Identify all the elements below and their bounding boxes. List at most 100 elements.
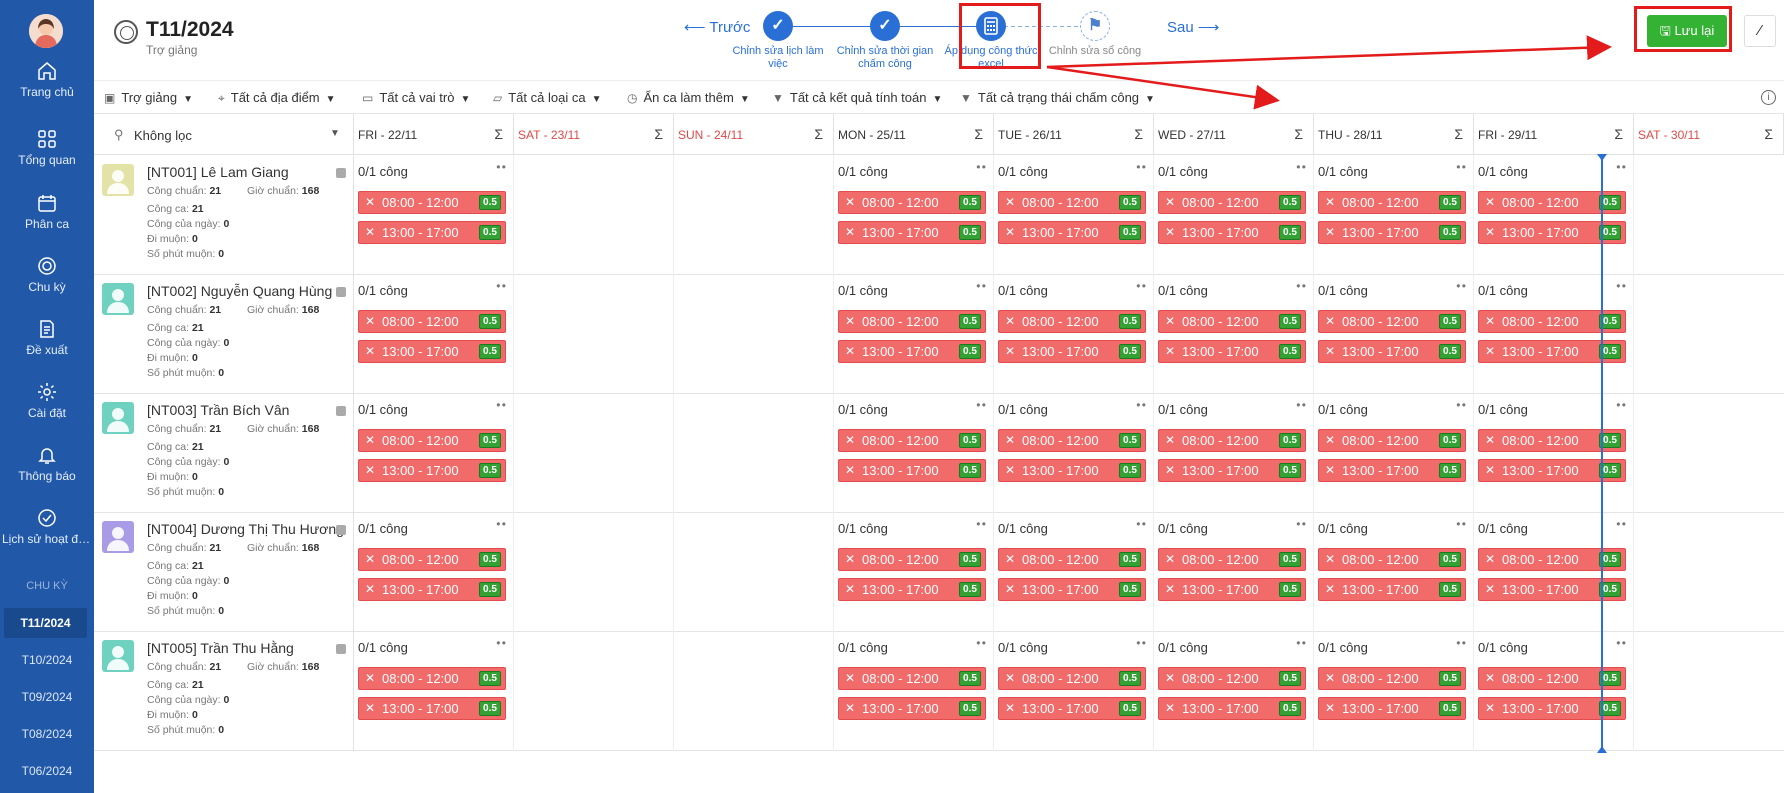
day-cell[interactable]: 0/1 công • • ✕ 08:00 - 12:00 0.5 ✕ 13:00 - 17:…	[354, 156, 514, 275]
shift-block[interactable]: ✕ 13:00 - 17:00 0.5	[1158, 459, 1306, 482]
day-cell[interactable]	[514, 394, 674, 513]
sum-icon[interactable]: Σ	[1454, 126, 1463, 142]
day-cell[interactable]: 0/1 công • • ✕ 08:00 - 12:00 0.5 ✕ 13:00 - 17:…	[834, 156, 994, 275]
close-icon[interactable]: ✕	[1165, 222, 1175, 243]
next-period-link[interactable]: Sau ⟶	[1167, 18, 1219, 36]
day-cell[interactable]	[514, 632, 674, 751]
day-cell[interactable]: 0/1 công • • ✕ 08:00 - 12:00 0.5 ✕ 13:00 - 17:…	[994, 394, 1154, 513]
shift-block[interactable]: ✕ 08:00 - 12:00 0.5	[1478, 548, 1626, 571]
day-cell[interactable]: 0/1 công • • ✕ 08:00 - 12:00 0.5 ✕ 13:00 - 17:…	[1474, 275, 1634, 394]
more-options-icon[interactable]: • •	[1136, 279, 1146, 293]
sidebar-item-cycles[interactable]: Chu kỳ	[0, 255, 94, 294]
close-icon[interactable]: ✕	[365, 579, 375, 600]
close-icon[interactable]: ✕	[1325, 192, 1335, 213]
day-cell[interactable]	[674, 156, 834, 275]
more-options-icon[interactable]: • •	[1616, 279, 1626, 293]
close-icon[interactable]: ✕	[365, 341, 375, 362]
shift-block[interactable]: ✕ 08:00 - 12:00 0.5	[998, 429, 1146, 452]
step-edit-time[interactable]: ✓ Chỉnh sửa thời gian chấm công	[835, 11, 935, 71]
more-options-icon[interactable]: • •	[1456, 160, 1466, 174]
shift-block[interactable]: ✕ 13:00 - 17:00 0.5	[998, 459, 1146, 482]
shift-block[interactable]: ✕ 13:00 - 17:00 0.5	[1478, 578, 1626, 601]
sum-icon[interactable]: Σ	[1764, 126, 1773, 142]
sidebar-item-proposals[interactable]: Đề xuất	[0, 318, 94, 357]
day-cell[interactable]	[514, 156, 674, 275]
shift-block[interactable]: ✕ 08:00 - 12:00 0.5	[838, 429, 986, 452]
filter-location[interactable]: ⌖ Tất cả địa điểm ▼	[218, 90, 336, 106]
close-icon[interactable]: ✕	[365, 549, 375, 570]
more-options-icon[interactable]: • •	[1296, 160, 1306, 174]
shift-block[interactable]: ✕ 08:00 - 12:00 0.5	[838, 667, 986, 690]
day-cell[interactable]: 0/1 công • • ✕ 08:00 - 12:00 0.5 ✕ 13:00 - 17:…	[354, 513, 514, 632]
day-cell[interactable]: 0/1 công • • ✕ 08:00 - 12:00 0.5 ✕ 13:00 - 17:…	[1474, 156, 1634, 275]
more-options-icon[interactable]: • •	[976, 398, 986, 412]
employee-name[interactable]: [NT005] Trần Thu Hằng	[147, 640, 294, 656]
period-item-active[interactable]: T11/2024	[4, 608, 87, 638]
shift-block[interactable]: ✕ 08:00 - 12:00 0.5	[1158, 667, 1306, 690]
shift-block[interactable]: ✕ 13:00 - 17:00 0.5	[1478, 221, 1626, 244]
shift-block[interactable]: ✕ 08:00 - 12:00 0.5	[1318, 191, 1466, 214]
collapse-toggle-icon[interactable]	[336, 644, 346, 654]
day-cell[interactable]: 0/1 công • • ✕ 08:00 - 12:00 0.5 ✕ 13:00 - 17:…	[1314, 394, 1474, 513]
close-icon[interactable]: ✕	[1165, 579, 1175, 600]
close-icon[interactable]: ✕	[1325, 698, 1335, 719]
shift-block[interactable]: ✕ 13:00 - 17:00 0.5	[1318, 697, 1466, 720]
period-item[interactable]: T09/2024	[0, 682, 94, 712]
shift-block[interactable]: ✕ 13:00 - 17:00 0.5	[1318, 459, 1466, 482]
close-icon[interactable]: ✕	[1005, 698, 1015, 719]
shift-block[interactable]: ✕ 13:00 - 17:00 0.5	[1158, 221, 1306, 244]
close-icon[interactable]: ✕	[1005, 311, 1015, 332]
day-cell[interactable]: 0/1 công • • ✕ 08:00 - 12:00 0.5 ✕ 13:00 - 17:…	[354, 632, 514, 751]
period-item[interactable]: T10/2024	[0, 645, 94, 675]
shift-block[interactable]: ✕ 13:00 - 17:00 0.5	[358, 340, 506, 363]
close-icon[interactable]: ✕	[1485, 311, 1495, 332]
shift-block[interactable]: ✕ 13:00 - 17:00 0.5	[358, 459, 506, 482]
close-icon[interactable]: ✕	[845, 698, 855, 719]
close-icon[interactable]: ✕	[1325, 549, 1335, 570]
shift-block[interactable]: ✕ 13:00 - 17:00 0.5	[1318, 221, 1466, 244]
more-options-icon[interactable]: • •	[1296, 517, 1306, 531]
shift-block[interactable]: ✕ 13:00 - 17:00 0.5	[358, 697, 506, 720]
close-icon[interactable]: ✕	[1325, 668, 1335, 689]
day-cell[interactable]: 0/1 công • • ✕ 08:00 - 12:00 0.5 ✕ 13:00 - 17:…	[834, 394, 994, 513]
employee-name[interactable]: [NT003] Trần Bích Vân	[147, 402, 289, 418]
close-icon[interactable]: ✕	[1325, 222, 1335, 243]
shift-block[interactable]: ✕ 08:00 - 12:00 0.5	[1158, 548, 1306, 571]
close-icon[interactable]: ✕	[1005, 460, 1015, 481]
day-cell[interactable]: 0/1 công • • ✕ 08:00 - 12:00 0.5 ✕ 13:00 - 17:…	[1154, 394, 1314, 513]
sum-icon[interactable]: Σ	[974, 126, 983, 142]
sum-icon[interactable]: Σ	[814, 126, 823, 142]
shift-block[interactable]: ✕ 13:00 - 17:00 0.5	[998, 697, 1146, 720]
close-icon[interactable]: ✕	[845, 222, 855, 243]
more-options-icon[interactable]: • •	[496, 636, 506, 650]
close-icon[interactable]: ✕	[1005, 668, 1015, 689]
day-cell[interactable]	[674, 632, 834, 751]
filter-overtime[interactable]: ◷ Ẩn ca làm thêm ▼	[627, 90, 750, 105]
close-icon[interactable]: ✕	[1485, 341, 1495, 362]
shift-block[interactable]: ✕ 13:00 - 17:00 0.5	[358, 578, 506, 601]
more-options-icon[interactable]: • •	[1456, 636, 1466, 650]
shift-block[interactable]: ✕ 13:00 - 17:00 0.5	[1318, 578, 1466, 601]
more-options-icon[interactable]: • •	[1616, 398, 1626, 412]
shift-block[interactable]: ✕ 08:00 - 12:00 0.5	[358, 191, 506, 214]
close-icon[interactable]: ✕	[1005, 192, 1015, 213]
user-avatar[interactable]	[29, 14, 63, 48]
close-icon[interactable]: ✕	[845, 460, 855, 481]
close-icon[interactable]: ✕	[1485, 549, 1495, 570]
more-options-icon[interactable]: • •	[496, 160, 506, 174]
day-cell[interactable]: 0/1 công • • ✕ 08:00 - 12:00 0.5 ✕ 13:00 - 17:…	[354, 394, 514, 513]
day-cell[interactable]: 0/1 công • • ✕ 08:00 - 12:00 0.5 ✕ 13:00 - 17:…	[994, 632, 1154, 751]
day-cell[interactable]: 0/1 công • • ✕ 08:00 - 12:00 0.5 ✕ 13:00 - 17:…	[994, 513, 1154, 632]
sum-icon[interactable]: Σ	[1614, 126, 1623, 142]
more-options-icon[interactable]: • •	[1136, 398, 1146, 412]
shift-block[interactable]: ✕ 13:00 - 17:00 0.5	[838, 340, 986, 363]
filter-timesheet-status[interactable]: ▼ Tất cả trạng thái chấm công ▼	[960, 90, 1155, 105]
employee-name[interactable]: [NT002] Nguyễn Quang Hùng	[147, 283, 332, 299]
day-cell[interactable]	[674, 275, 834, 394]
day-cell[interactable]: 0/1 công • • ✕ 08:00 - 12:00 0.5 ✕ 13:00 - 17:…	[354, 275, 514, 394]
shift-block[interactable]: ✕ 08:00 - 12:00 0.5	[1318, 548, 1466, 571]
more-options-icon[interactable]: • •	[1296, 636, 1306, 650]
shift-block[interactable]: ✕ 13:00 - 17:00 0.5	[1158, 340, 1306, 363]
day-cell[interactable]	[1634, 513, 1784, 632]
employee-filter-select[interactable]: ⚲ Không lọc ▼	[94, 114, 354, 155]
